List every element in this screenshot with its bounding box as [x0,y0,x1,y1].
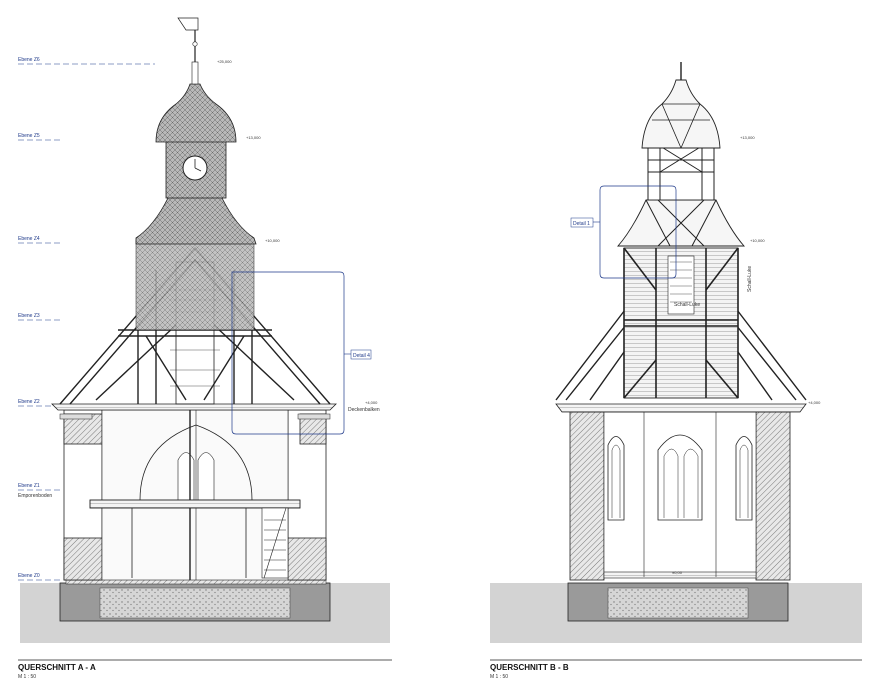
section-a-title: QUERSCHNITT A - A [18,663,96,672]
level-value-b-z2: +4,000 [808,400,821,405]
section-a-scale: M 1 : 50 [18,674,36,680]
level-value-b-z5: +13,000 [740,135,755,140]
schall-note-vertical: Schall-Luke [747,266,753,292]
level-label-z6: Ebene Z6 [18,57,40,63]
level-label-z0: Ebene Z0 [18,573,40,579]
level-value-z6: +25,000 [217,59,232,64]
schall-note: Schall-Luke [674,302,700,308]
section-b-scale: M 1 : 50 [490,674,508,680]
level-label-z5: Ebene Z5 [18,133,40,139]
detail-4-label[interactable]: Detail 4 [353,353,370,359]
detail-1-label[interactable]: Detail 1 [573,221,590,227]
level-value-b-z4: +10,000 [750,238,765,243]
level-value-b-z0: ±0,00 [672,570,683,575]
level-label-z3: Ebene Z3 [18,313,40,319]
level-label-z2: Ebene Z2 [18,399,40,405]
section-b-title: QUERSCHNITT B - B [490,663,569,672]
level-label-z4: Ebene Z4 [18,236,40,242]
level-value-z4: +10,000 [265,238,280,243]
level-label-z1: Ebene Z1 [18,483,40,489]
section-a-drawing: Ebene Z6 Ebene Z5 Ebene Z4 Ebene Z3 Eben… [18,17,392,680]
drawing-sheet: Ebene Z6 Ebene Z5 Ebene Z4 Ebene Z3 Eben… [18,17,862,680]
decken-note: Deckenbalken [348,407,380,413]
section-b-drawing: Schall-Luke Schall-Luke +13,000 +10,000 … [490,62,862,680]
level-value-z5: +13,000 [246,135,261,140]
emporen-note: Emporenboden [18,493,52,499]
level-value-z2: +4,000 [365,400,378,405]
